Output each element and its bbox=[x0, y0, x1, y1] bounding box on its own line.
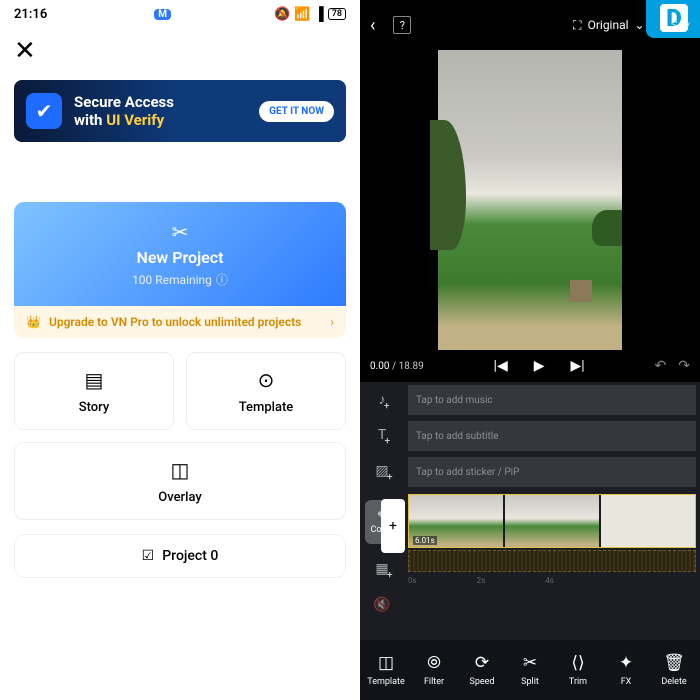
ruler-tick: 4s bbox=[545, 576, 554, 585]
save-button[interactable]: Sav bbox=[671, 18, 690, 32]
ad-title-line2-accent: UI Verify bbox=[106, 111, 164, 129]
story-tile[interactable]: ▤ Story bbox=[14, 352, 174, 430]
info-icon: ⓘ bbox=[216, 271, 228, 288]
music-hint[interactable]: Tap to add music bbox=[408, 385, 696, 415]
next-button[interactable]: ▶| bbox=[571, 358, 585, 374]
story-icon: ▤ bbox=[85, 368, 104, 392]
upgrade-text: Upgrade to VN Pro to unlock unlimited pr… bbox=[49, 315, 301, 329]
tool-fx[interactable]: ✦FX bbox=[604, 653, 648, 687]
ad-banner[interactable]: ✔ Secure Access with UI Verify GET IT NO… bbox=[14, 80, 346, 142]
ruler-tick: 0s bbox=[408, 576, 417, 585]
tool-split[interactable]: ✂Split bbox=[508, 653, 552, 687]
toolbar: ◫Template ⦾Filter ⟳Speed ✂Split ⟨⟩Trim ✦… bbox=[360, 640, 700, 700]
prev-button[interactable]: |◀ bbox=[494, 358, 508, 374]
sticker-track-icon[interactable]: ▨ bbox=[375, 463, 388, 479]
video-track-icon[interactable]: ▦ bbox=[375, 561, 388, 577]
aspect-label: Original bbox=[588, 18, 629, 32]
split-tool-icon: ✂ bbox=[523, 653, 537, 673]
close-button[interactable]: ✕ bbox=[14, 38, 36, 64]
add-clip-button[interactable]: + bbox=[381, 499, 405, 553]
video-preview[interactable] bbox=[360, 50, 700, 350]
new-project-subtitle: 100 Remaining ⓘ bbox=[132, 271, 228, 288]
template-tool-icon: ◫ bbox=[378, 653, 394, 673]
tool-delete[interactable]: 🗑Delete bbox=[652, 653, 696, 687]
subtitle-track-icon[interactable]: T bbox=[378, 427, 386, 443]
data-icon: ▐ bbox=[314, 6, 323, 22]
new-project-title: New Project bbox=[137, 248, 224, 267]
sticker-hint[interactable]: Tap to add sticker / PiP bbox=[408, 457, 696, 487]
tool-template[interactable]: ◫Template bbox=[364, 653, 408, 687]
clip-duration: 6.01s bbox=[413, 536, 437, 545]
expand-icon: ⛶ bbox=[573, 18, 581, 33]
dnd-icon: 🔕 bbox=[274, 7, 290, 22]
shield-check-icon: ✔ bbox=[26, 93, 62, 129]
tool-trim[interactable]: ⟨⟩Trim bbox=[556, 653, 600, 687]
track-body: Tap to add music Tap to add subtitle Tap… bbox=[404, 382, 700, 640]
template-label: Template bbox=[239, 400, 294, 415]
back-button[interactable]: ‹ bbox=[370, 15, 375, 36]
play-button[interactable]: ▶ bbox=[534, 358, 545, 374]
fx-tool-icon: ✦ bbox=[619, 653, 633, 673]
project-label: Project 0 bbox=[162, 548, 218, 564]
battery-icon: 78 bbox=[328, 8, 346, 20]
ad-title-line1: Secure Access bbox=[74, 93, 259, 111]
subtitle-hint[interactable]: Tap to add subtitle bbox=[408, 421, 696, 451]
ad-cta-button[interactable]: GET IT NOW bbox=[259, 101, 334, 122]
help-icon[interactable]: ? bbox=[393, 16, 411, 34]
scissors-icon: ✂ bbox=[172, 220, 189, 244]
timeline: ♪ T ▨ ✎ Cover ▦ 🔇 Tap to add music Tap t… bbox=[360, 382, 700, 640]
delete-tool-icon: 🗑 bbox=[663, 653, 685, 673]
message-badge-icon: M bbox=[154, 9, 171, 20]
preview-frame bbox=[438, 50, 622, 350]
music-track-icon[interactable]: ♪ bbox=[379, 391, 386, 408]
ad-title-line2-pre: with bbox=[74, 111, 106, 129]
crown-icon: 👑 bbox=[26, 315, 41, 329]
audio-waveform[interactable] bbox=[408, 550, 696, 572]
tool-speed[interactable]: ⟳Speed bbox=[460, 653, 504, 687]
time-current: 0.00 bbox=[370, 361, 390, 372]
ruler-tick: 2s bbox=[477, 576, 486, 585]
new-project-card[interactable]: ✂ New Project 100 Remaining ⓘ bbox=[14, 202, 346, 306]
wifi-icon: 📶 bbox=[294, 7, 310, 22]
status-bar: 21:16 M 🔕 📶 ▐ 78 bbox=[0, 0, 360, 28]
undo-button[interactable]: ↶ bbox=[655, 358, 667, 374]
filter-tool-icon: ⦾ bbox=[427, 653, 441, 673]
trim-tool-icon: ⟨⟩ bbox=[571, 653, 584, 673]
speed-tool-icon: ⟳ bbox=[475, 653, 489, 673]
overlay-label: Overlay bbox=[158, 490, 201, 505]
chevron-right-icon: › bbox=[330, 315, 334, 329]
mute-icon[interactable]: 🔇 bbox=[373, 597, 390, 613]
project-check-icon: ☑ bbox=[142, 548, 155, 564]
aspect-ratio-dropdown[interactable]: ⛶ Original ⌄ bbox=[573, 18, 644, 33]
status-time: 21:16 bbox=[14, 7, 47, 22]
video-clip[interactable]: + 6.01s bbox=[408, 494, 696, 548]
home-screen: 21:16 M 🔕 📶 ▐ 78 ✕ ✔ Secure Access with … bbox=[0, 0, 360, 700]
upgrade-strip[interactable]: 👑 Upgrade to VN Pro to unlock unlimited … bbox=[14, 306, 346, 338]
editor-screen: D ‹ ? ⛶ Original ⌄ Sav 0.00 / 18.89 |◀ ▶… bbox=[360, 0, 700, 700]
chevron-down-icon: ⌄ bbox=[635, 18, 645, 32]
redo-button[interactable]: ↷ bbox=[678, 358, 690, 374]
story-label: Story bbox=[79, 400, 110, 415]
template-tile[interactable]: ⊙ Template bbox=[186, 352, 346, 430]
overlay-tile[interactable]: ◫ Overlay bbox=[14, 442, 346, 520]
template-icon: ⊙ bbox=[258, 368, 275, 392]
status-icons: 🔕 📶 ▐ 78 bbox=[274, 6, 346, 22]
project-row[interactable]: ☑ Project 0 bbox=[14, 534, 346, 578]
overlay-icon: ◫ bbox=[171, 458, 190, 482]
time-total: 18.89 bbox=[399, 361, 424, 372]
tool-filter[interactable]: ⦾Filter bbox=[412, 653, 456, 687]
playback-bar: 0.00 / 18.89 |◀ ▶ ▶| ↶ ↷ bbox=[360, 350, 700, 382]
time-ruler: 0s 2s 4s bbox=[404, 572, 700, 588]
